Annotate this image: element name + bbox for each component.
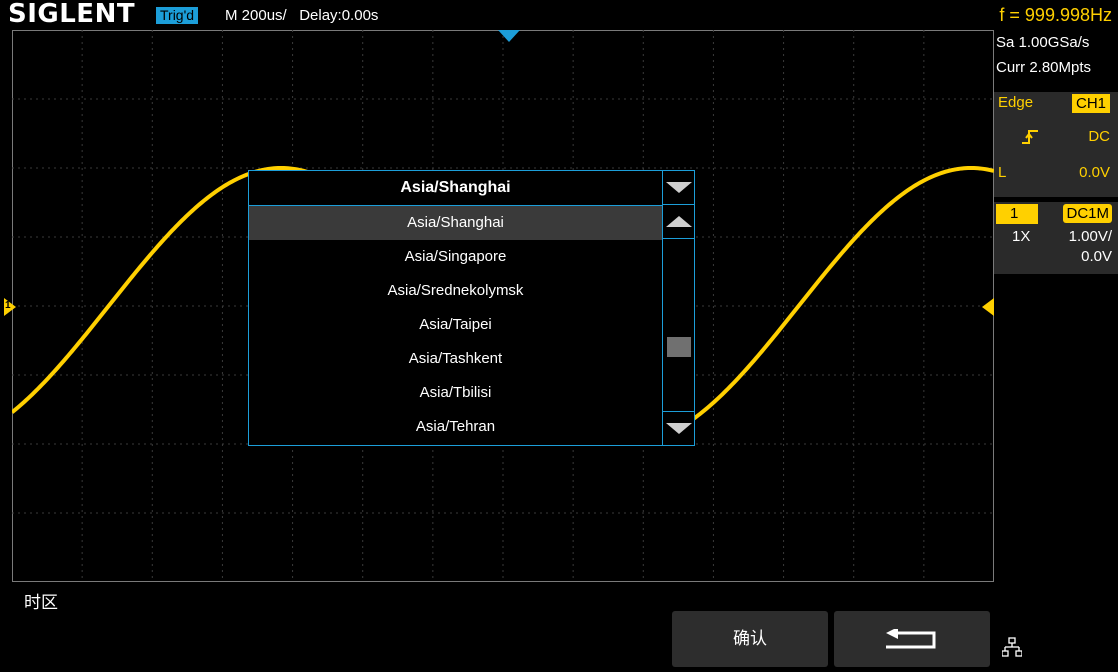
channel1-coupling: DC1M xyxy=(1063,204,1112,223)
frequency-readout: f = 999.998Hz xyxy=(999,5,1112,25)
chevron-down-icon xyxy=(666,182,692,193)
network-icon xyxy=(1002,637,1022,657)
timebase-delay: M 200us/ Delay:0.00s xyxy=(225,7,379,24)
trigger-position-marker[interactable] xyxy=(498,30,520,42)
timezone-option[interactable]: Asia/Taipei xyxy=(249,308,662,342)
back-arrow-icon xyxy=(886,629,936,649)
sample-rate: Sa 1.00GSa/s xyxy=(996,34,1090,51)
rising-edge-icon xyxy=(1022,130,1038,144)
timezone-dialog[interactable]: Asia/Shanghai Asia/Shanghai Asia/Singapo… xyxy=(248,170,695,446)
confirm-button[interactable]: 确认 xyxy=(672,611,828,667)
trigger-level-marker[interactable] xyxy=(982,298,994,316)
scrollbar-thumb[interactable] xyxy=(667,337,691,357)
trigger-coupling: DC xyxy=(1088,128,1110,145)
timezone-scrollbar[interactable] xyxy=(662,171,695,445)
network-status[interactable] xyxy=(996,611,1116,667)
channel1-number: 1 xyxy=(996,204,1038,224)
timezone-option[interactable]: Asia/Shanghai xyxy=(249,206,662,240)
channel1-info-box[interactable]: 1 DC1M 1X 1.00V/ 0.0V xyxy=(994,202,1118,274)
trigger-type: Edge xyxy=(998,94,1034,111)
memory-depth: Curr 2.80Mpts xyxy=(996,59,1092,76)
trigger-level-value: 0.0V xyxy=(1079,164,1110,181)
trigger-source: CH1 xyxy=(1071,94,1110,113)
timezone-current[interactable]: Asia/Shanghai xyxy=(249,171,662,206)
channel1-ground-marker[interactable]: 1 xyxy=(4,298,16,316)
chevron-down-icon xyxy=(666,423,692,434)
brand-logo: SIGLENT xyxy=(8,0,136,29)
channel1-probe: 1X xyxy=(1012,228,1031,245)
timezone-option[interactable]: Asia/Tbilisi xyxy=(249,376,662,410)
menu-title: 时区 xyxy=(24,593,58,612)
trigger-level-label: L xyxy=(998,164,1007,181)
timezone-option[interactable]: Asia/Tehran xyxy=(249,410,662,444)
timezone-option[interactable]: Asia/Tashkent xyxy=(249,342,662,376)
trigger-info-box[interactable]: Edge CH1 DC L 0.0V xyxy=(994,92,1118,197)
timezone-option[interactable]: Asia/Srednekolymsk xyxy=(249,274,662,308)
timezone-option[interactable]: Asia/Singapore xyxy=(249,240,662,274)
scroll-up-button[interactable] xyxy=(663,205,695,239)
trigger-status-badge: Trig'd xyxy=(156,7,199,24)
info-panel: Sa 1.00GSa/s Curr 2.80Mpts Edge CH1 DC L… xyxy=(994,30,1118,274)
scroll-down-button[interactable] xyxy=(663,411,695,445)
back-button[interactable] xyxy=(834,611,990,667)
chevron-up-icon xyxy=(666,216,692,227)
status-bar: SIGLENT Trig'd M 200us/ Delay:0.00s f = … xyxy=(0,0,1118,30)
channel1-offset: 0.0V xyxy=(1081,248,1112,265)
dropdown-toggle-button[interactable] xyxy=(663,171,695,205)
channel1-scale: 1.00V/ xyxy=(1068,228,1112,245)
